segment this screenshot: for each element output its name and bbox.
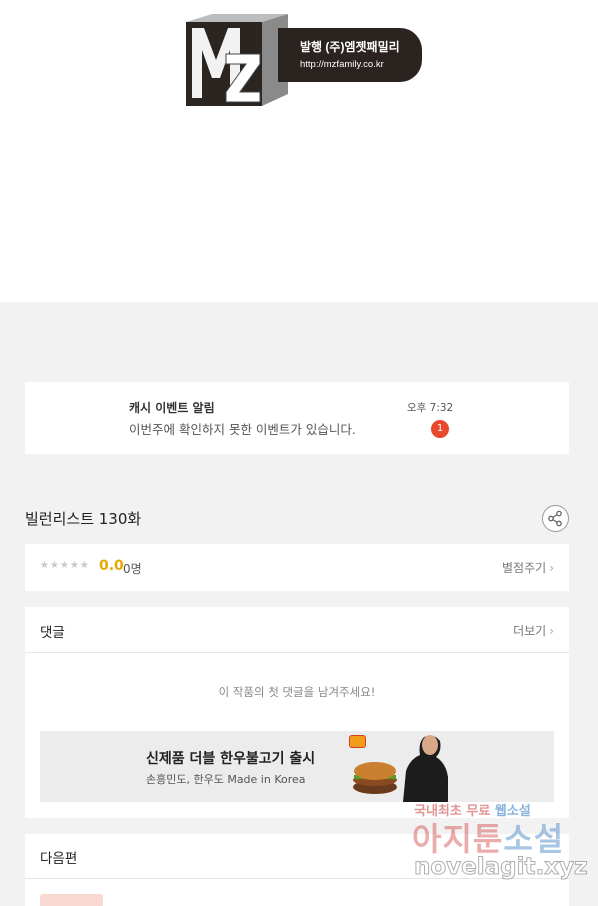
mz-logo-icon (186, 14, 288, 106)
share-button[interactable] (542, 505, 569, 532)
notice-title: 캐시 이벤트 알림 (129, 401, 215, 415)
share-icon (548, 510, 562, 527)
rating-count: 0명 (123, 562, 142, 576)
next-episode-section[interactable]: 다음편 (25, 834, 569, 906)
comments-more-label: 더보기 (513, 624, 547, 638)
comments-header: 댓글 더보기 › (25, 607, 569, 653)
notice-count-badge: 1 (431, 420, 449, 438)
comments-empty-message: 이 작품의 첫 댓글을 남겨주세요! (218, 685, 376, 699)
next-episode-thumbnail[interactable] (40, 894, 103, 906)
rate-button[interactable]: 별점주기 › (502, 559, 554, 576)
notice-body: 이번주에 확인하지 못한 이벤트가 있습니다. (129, 422, 356, 437)
ad-subline: 손흥민도, 한우도 Made in Korea (146, 773, 306, 786)
rating-card: ★★★★★ 0.0 0명 별점주기 › (25, 544, 569, 591)
next-episode-header: 다음편 (25, 834, 569, 879)
comments-more-button[interactable]: 더보기 › (513, 622, 554, 639)
cash-event-notification[interactable]: 캐시 이벤트 알림 이번주에 확인하지 못한 이벤트가 있습니다. 오후 7:3… (25, 382, 569, 454)
ad-banner[interactable]: 신제품 더블 한우불고기 출시 손흥민도, 한우도 Made in Korea (40, 731, 554, 802)
publisher-name: 발행 (주)엠젯패밀리 (300, 40, 400, 54)
publisher-url[interactable]: http://mzfamily.co.kr (300, 59, 400, 70)
brand-logo-icon (349, 735, 366, 748)
comments-title: 댓글 (40, 625, 65, 641)
chevron-right-icon: › (549, 624, 554, 638)
rating-stars: ★★★★★ (40, 560, 90, 571)
rate-button-label: 별점주기 (502, 561, 547, 575)
publisher-info: 발행 (주)엠젯패밀리 http://mzfamily.co.kr (300, 38, 400, 70)
top-banner-area: 발행 (주)엠젯패밀리 http://mzfamily.co.kr (0, 0, 598, 302)
rating-score: 0.0 (99, 558, 124, 574)
comments-section: 댓글 더보기 › 이 작품의 첫 댓글을 남겨주세요! 신제품 더블 한우불고기 … (25, 607, 569, 818)
episode-title: 빌런리스트 130화 (25, 510, 142, 528)
publisher-logo: 발행 (주)엠젯패밀리 http://mzfamily.co.kr (182, 14, 424, 110)
chevron-right-icon: › (549, 561, 554, 575)
ad-headline: 신제품 더블 한우불고기 출시 (146, 751, 316, 767)
next-episode-title: 다음편 (40, 851, 78, 867)
notice-time: 오후 7:32 (407, 402, 454, 414)
